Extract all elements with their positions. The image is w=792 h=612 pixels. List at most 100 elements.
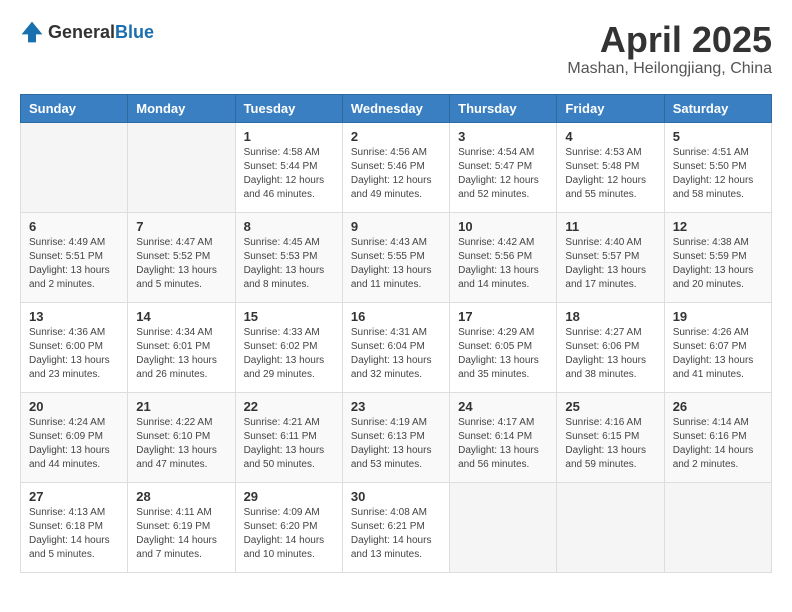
- title-section: April 2025 Mashan, Heilongjiang, China: [567, 20, 772, 78]
- day-info: Sunrise: 4:17 AM Sunset: 6:14 PM Dayligh…: [458, 416, 548, 472]
- day-info: Sunrise: 4:47 AM Sunset: 5:52 PM Dayligh…: [136, 236, 226, 292]
- calendar-cell: 2 Sunrise: 4:56 AM Sunset: 5:46 PM Daylig…: [342, 122, 449, 212]
- day-number: 11: [565, 219, 655, 234]
- calendar-cell: 4Sunrise: 4:53 AM Sunset: 5:48 PM Daylig…: [557, 122, 664, 212]
- day-number: 20: [29, 399, 119, 414]
- day-info: Sunrise: 4:42 AM Sunset: 5:56 PM Dayligh…: [458, 236, 548, 292]
- calendar-cell: 14Sunrise: 4:34 AM Sunset: 6:01 PM Dayli…: [128, 302, 235, 392]
- calendar-cell: [128, 122, 235, 212]
- week-row-3: 20 Sunrise: 4:24 AM Sunset: 6:09 PM Dayli…: [21, 392, 772, 482]
- calendar-cell: [21, 122, 128, 212]
- calendar-cell: 3Sunrise: 4:54 AM Sunset: 5:47 PM Daylig…: [450, 122, 557, 212]
- calendar-cell: 28 Sunrise: 4:11 AM Sunset: 6:19 PM Dayli…: [128, 482, 235, 572]
- calendar-cell: 25 Sunrise: 4:16 AM Sunset: 6:15 PM Dayli…: [557, 392, 664, 482]
- day-info: Sunrise: 4:19 AM Sunset: 6:13 PM Dayligh…: [351, 416, 441, 472]
- calendar-cell: [664, 482, 771, 572]
- day-number: 15: [244, 309, 334, 324]
- day-number: 28: [136, 489, 226, 504]
- day-number: 6: [29, 219, 119, 234]
- day-info: Sunrise: 4:09 AM Sunset: 6:20 PM Dayligh…: [244, 506, 334, 562]
- weekday-header-wednesday: Wednesday: [342, 94, 449, 122]
- day-number: 8: [244, 219, 334, 234]
- day-number: 24: [458, 399, 548, 414]
- calendar-cell: 18 Sunrise: 4:27 AM Sunset: 6:06 PM Dayli…: [557, 302, 664, 392]
- logo-icon: [20, 20, 44, 44]
- day-info: Sunrise: 4:49 AM Sunset: 5:51 PM Dayligh…: [29, 236, 119, 292]
- day-number: 22: [244, 399, 334, 414]
- calendar-cell: 13 Sunrise: 4:36 AM Sunset: 6:00 PM Dayli…: [21, 302, 128, 392]
- day-info: Sunrise: 4:40 AM Sunset: 5:57 PM Dayligh…: [565, 236, 655, 292]
- day-number: 18: [565, 309, 655, 324]
- calendar-cell: 12 Sunrise: 4:38 AM Sunset: 5:59 PM Dayli…: [664, 212, 771, 302]
- day-number: 1: [244, 129, 334, 144]
- day-number: 13: [29, 309, 119, 324]
- calendar-cell: 27 Sunrise: 4:13 AM Sunset: 6:18 PM Dayli…: [21, 482, 128, 572]
- calendar-cell: 5 Sunrise: 4:51 AM Sunset: 5:50 PM Daylig…: [664, 122, 771, 212]
- location-title: Mashan, Heilongjiang, China: [567, 60, 772, 78]
- day-info: Sunrise: 4:16 AM Sunset: 6:15 PM Dayligh…: [565, 416, 655, 472]
- calendar-cell: 26 Sunrise: 4:14 AM Sunset: 6:16 PM Dayli…: [664, 392, 771, 482]
- day-number: 12: [673, 219, 763, 234]
- calendar-cell: 19 Sunrise: 4:26 AM Sunset: 6:07 PM Dayli…: [664, 302, 771, 392]
- day-number: 19: [673, 309, 763, 324]
- weekday-header-thursday: Thursday: [450, 94, 557, 122]
- day-info: Sunrise: 4:34 AM Sunset: 6:01 PM Dayligh…: [136, 326, 226, 382]
- day-info: Sunrise: 4:21 AM Sunset: 6:11 PM Dayligh…: [244, 416, 334, 472]
- day-number: 9: [351, 219, 441, 234]
- day-info: Sunrise: 4:24 AM Sunset: 6:09 PM Dayligh…: [29, 416, 119, 472]
- day-info: Sunrise: 4:53 AM Sunset: 5:48 PM Dayligh…: [565, 146, 655, 202]
- day-number: 30: [351, 489, 441, 504]
- day-info: Sunrise: 4:38 AM Sunset: 5:59 PM Dayligh…: [673, 236, 763, 292]
- day-info: Sunrise: 4:14 AM Sunset: 6:16 PM Dayligh…: [673, 416, 763, 472]
- weekday-header-sunday: Sunday: [21, 94, 128, 122]
- calendar-cell: 7 Sunrise: 4:47 AM Sunset: 5:52 PM Daylig…: [128, 212, 235, 302]
- calendar-cell: 22 Sunrise: 4:21 AM Sunset: 6:11 PM Dayli…: [235, 392, 342, 482]
- day-number: 25: [565, 399, 655, 414]
- day-number: 2: [351, 129, 441, 144]
- day-info: Sunrise: 4:11 AM Sunset: 6:19 PM Dayligh…: [136, 506, 226, 562]
- weekday-header-saturday: Saturday: [664, 94, 771, 122]
- calendar: SundayMondayTuesdayWednesdayThursdayFrid…: [20, 94, 772, 573]
- calendar-cell: 10 Sunrise: 4:42 AM Sunset: 5:56 PM Dayli…: [450, 212, 557, 302]
- day-number: 21: [136, 399, 226, 414]
- page-header: GeneralBlue April 2025 Mashan, Heilongji…: [20, 20, 772, 78]
- day-number: 10: [458, 219, 548, 234]
- calendar-cell: 30Sunrise: 4:08 AM Sunset: 6:21 PM Dayli…: [342, 482, 449, 572]
- day-info: Sunrise: 4:36 AM Sunset: 6:00 PM Dayligh…: [29, 326, 119, 382]
- day-info: Sunrise: 4:13 AM Sunset: 6:18 PM Dayligh…: [29, 506, 119, 562]
- week-row-1: 6 Sunrise: 4:49 AM Sunset: 5:51 PM Daylig…: [21, 212, 772, 302]
- day-info: Sunrise: 4:27 AM Sunset: 6:06 PM Dayligh…: [565, 326, 655, 382]
- calendar-cell: 17Sunrise: 4:29 AM Sunset: 6:05 PM Dayli…: [450, 302, 557, 392]
- day-number: 26: [673, 399, 763, 414]
- calendar-cell: [557, 482, 664, 572]
- day-info: Sunrise: 4:54 AM Sunset: 5:47 PM Dayligh…: [458, 146, 548, 202]
- calendar-cell: 16Sunrise: 4:31 AM Sunset: 6:04 PM Dayli…: [342, 302, 449, 392]
- calendar-cell: 15Sunrise: 4:33 AM Sunset: 6:02 PM Dayli…: [235, 302, 342, 392]
- week-row-2: 13 Sunrise: 4:36 AM Sunset: 6:00 PM Dayli…: [21, 302, 772, 392]
- week-row-4: 27 Sunrise: 4:13 AM Sunset: 6:18 PM Dayli…: [21, 482, 772, 572]
- day-number: 23: [351, 399, 441, 414]
- day-info: Sunrise: 4:43 AM Sunset: 5:55 PM Dayligh…: [351, 236, 441, 292]
- logo-blue: Blue: [115, 22, 154, 42]
- calendar-cell: 24 Sunrise: 4:17 AM Sunset: 6:14 PM Dayli…: [450, 392, 557, 482]
- day-number: 29: [244, 489, 334, 504]
- day-number: 16: [351, 309, 441, 324]
- weekday-header-row: SundayMondayTuesdayWednesdayThursdayFrid…: [21, 94, 772, 122]
- calendar-cell: [450, 482, 557, 572]
- calendar-cell: 20 Sunrise: 4:24 AM Sunset: 6:09 PM Dayli…: [21, 392, 128, 482]
- weekday-header-tuesday: Tuesday: [235, 94, 342, 122]
- weekday-header-monday: Monday: [128, 94, 235, 122]
- day-number: 5: [673, 129, 763, 144]
- day-number: 7: [136, 219, 226, 234]
- day-info: Sunrise: 4:45 AM Sunset: 5:53 PM Dayligh…: [244, 236, 334, 292]
- day-info: Sunrise: 4:26 AM Sunset: 6:07 PM Dayligh…: [673, 326, 763, 382]
- day-info: Sunrise: 4:56 AM Sunset: 5:46 PM Dayligh…: [351, 146, 441, 202]
- logo: GeneralBlue: [20, 20, 154, 44]
- calendar-cell: 23 Sunrise: 4:19 AM Sunset: 6:13 PM Dayli…: [342, 392, 449, 482]
- day-info: Sunrise: 4:51 AM Sunset: 5:50 PM Dayligh…: [673, 146, 763, 202]
- calendar-cell: 11 Sunrise: 4:40 AM Sunset: 5:57 PM Dayli…: [557, 212, 664, 302]
- weekday-header-friday: Friday: [557, 94, 664, 122]
- day-number: 27: [29, 489, 119, 504]
- calendar-cell: 21Sunrise: 4:22 AM Sunset: 6:10 PM Dayli…: [128, 392, 235, 482]
- calendar-cell: 6 Sunrise: 4:49 AM Sunset: 5:51 PM Daylig…: [21, 212, 128, 302]
